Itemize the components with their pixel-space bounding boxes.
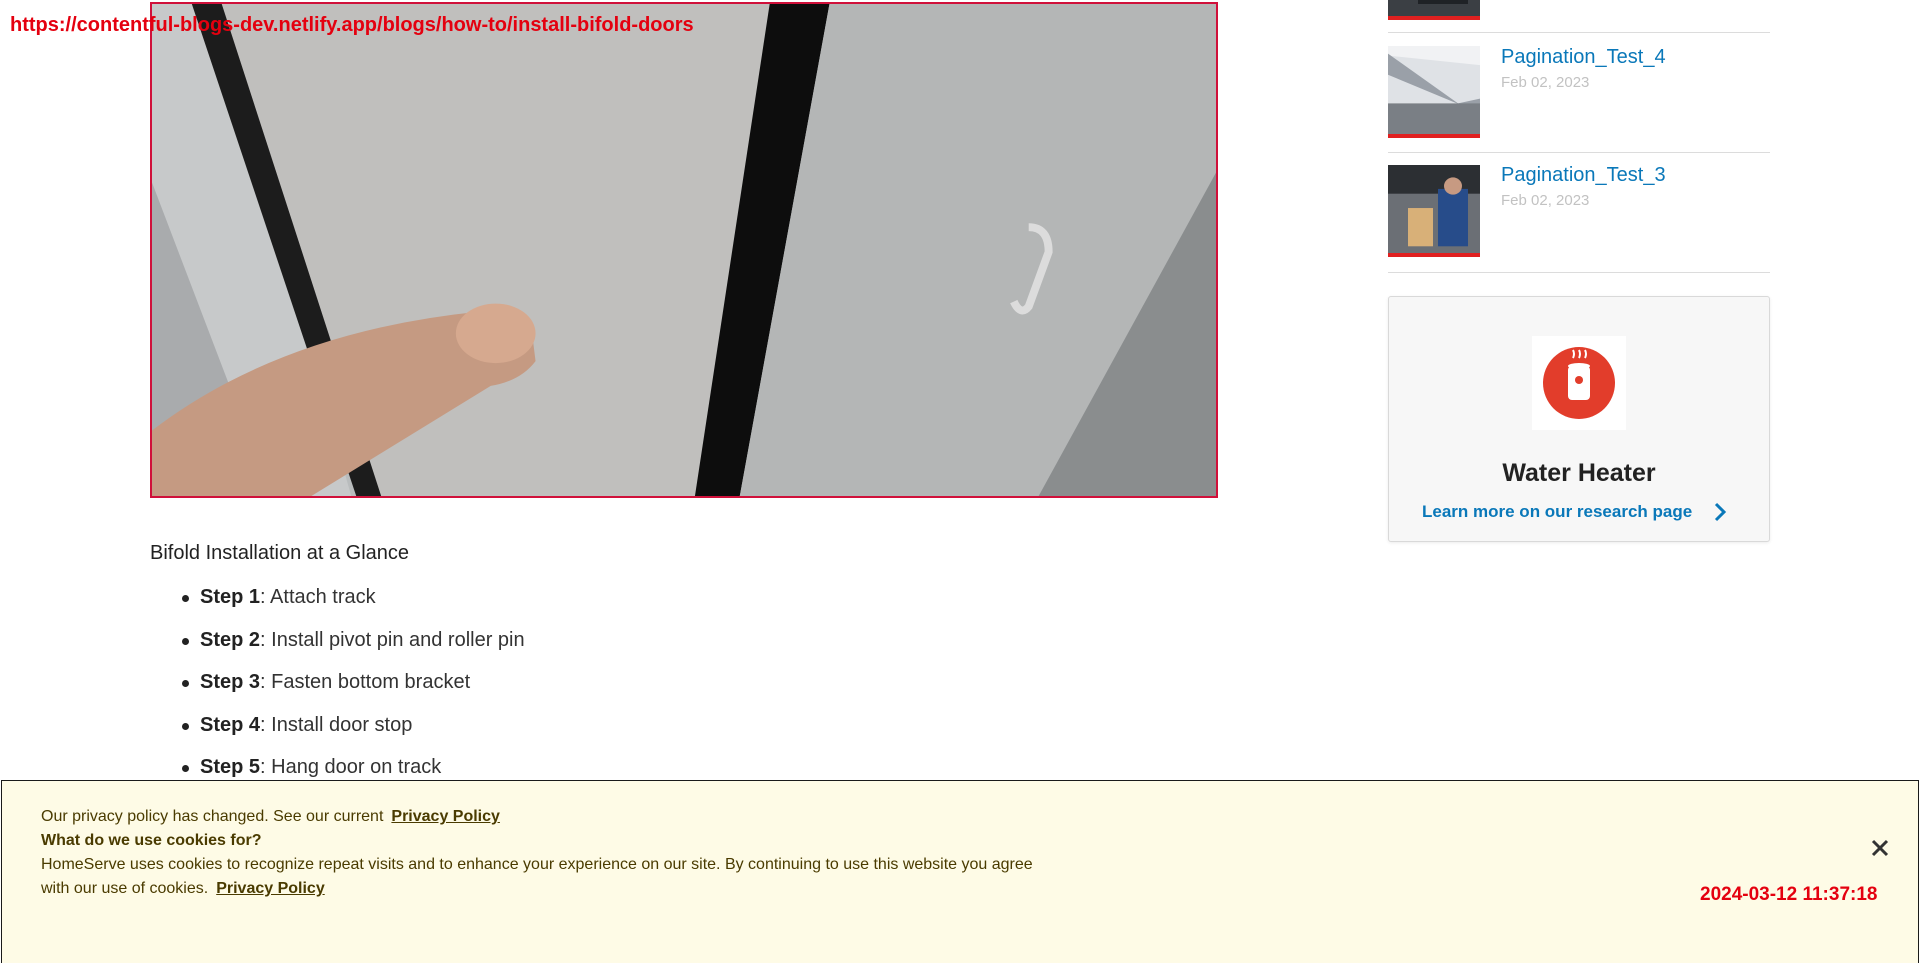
page-url-overlay: https://contentful-blogs-dev.netlify.app… xyxy=(10,14,694,36)
research-link-label: Learn more on our research page xyxy=(1422,502,1693,521)
list-item: Step 1: Attach track xyxy=(150,583,525,626)
cookie-body: HomeServe uses cookies to recognize repe… xyxy=(41,856,1033,897)
step-text: : Install door stop xyxy=(260,713,413,736)
post-title-link[interactable]: Pagination_Test_4 xyxy=(1501,46,1666,69)
list-item: Step 4: Install door stop xyxy=(150,711,525,754)
overlay-timestamp: 2024-03-12 11:37:18 xyxy=(1700,884,1878,905)
post-thumbnail[interactable] xyxy=(1388,46,1480,138)
post-thumbnail[interactable] xyxy=(1388,0,1480,20)
research-card: Water Heater Learn more on our research … xyxy=(1388,296,1770,542)
hero-image xyxy=(150,2,1218,498)
step-text: : Fasten bottom bracket xyxy=(260,671,471,693)
cookie-heading: What do we use cookies for? xyxy=(41,832,262,849)
cookie-banner: Our privacy policy has changed. See our … xyxy=(1,780,1919,963)
steps-list: Step 1: Attach track Step 2: Install piv… xyxy=(150,583,525,796)
step-label: Step 3 xyxy=(200,671,261,693)
bifold-door-photo xyxy=(152,4,1216,496)
cookie-line-1: Our privacy policy has changed. See our … xyxy=(41,808,384,825)
post-title-link[interactable]: Pagination_Test_3 xyxy=(1501,164,1666,187)
research-page-link[interactable]: Learn more on our research page xyxy=(1422,502,1727,522)
step-label: Step 2 xyxy=(200,628,261,651)
post-date: Feb 02, 2023 xyxy=(1501,192,1590,209)
privacy-policy-link-2[interactable]: Privacy Policy xyxy=(216,880,325,897)
privacy-policy-link[interactable]: Privacy Policy xyxy=(391,808,500,825)
list-item: Step 3: Fasten bottom bracket xyxy=(150,668,525,711)
sidebar-post-partial[interactable] xyxy=(1388,0,1770,33)
chevron-right-icon xyxy=(1712,500,1728,529)
cookie-text: Our privacy policy has changed. See our … xyxy=(41,805,1041,901)
card-title: Water Heater xyxy=(1502,459,1656,487)
step-text: : Hang door on track xyxy=(260,756,442,778)
step-label: Step 1 xyxy=(200,586,261,608)
water-heater-icon xyxy=(1532,336,1626,430)
step-text: : Attach track xyxy=(260,586,376,608)
glance-title: Bifold Installation at a Glance xyxy=(150,542,410,564)
step-label: Step 5 xyxy=(200,756,261,778)
post-date: Feb 02, 2023 xyxy=(1501,74,1590,91)
sidebar-post-item[interactable]: Pagination_Test_4 Feb 02, 2023 xyxy=(1388,32,1770,153)
step-label: Step 4 xyxy=(200,713,261,736)
list-item: Step 2: Install pivot pin and roller pin xyxy=(150,626,525,669)
post-thumbnail[interactable] xyxy=(1388,165,1480,257)
close-icon[interactable] xyxy=(1868,836,1892,860)
step-text: : Install pivot pin and roller pin xyxy=(260,628,525,651)
sidebar-post-item[interactable]: Pagination_Test_3 Feb 02, 2023 xyxy=(1388,152,1770,273)
